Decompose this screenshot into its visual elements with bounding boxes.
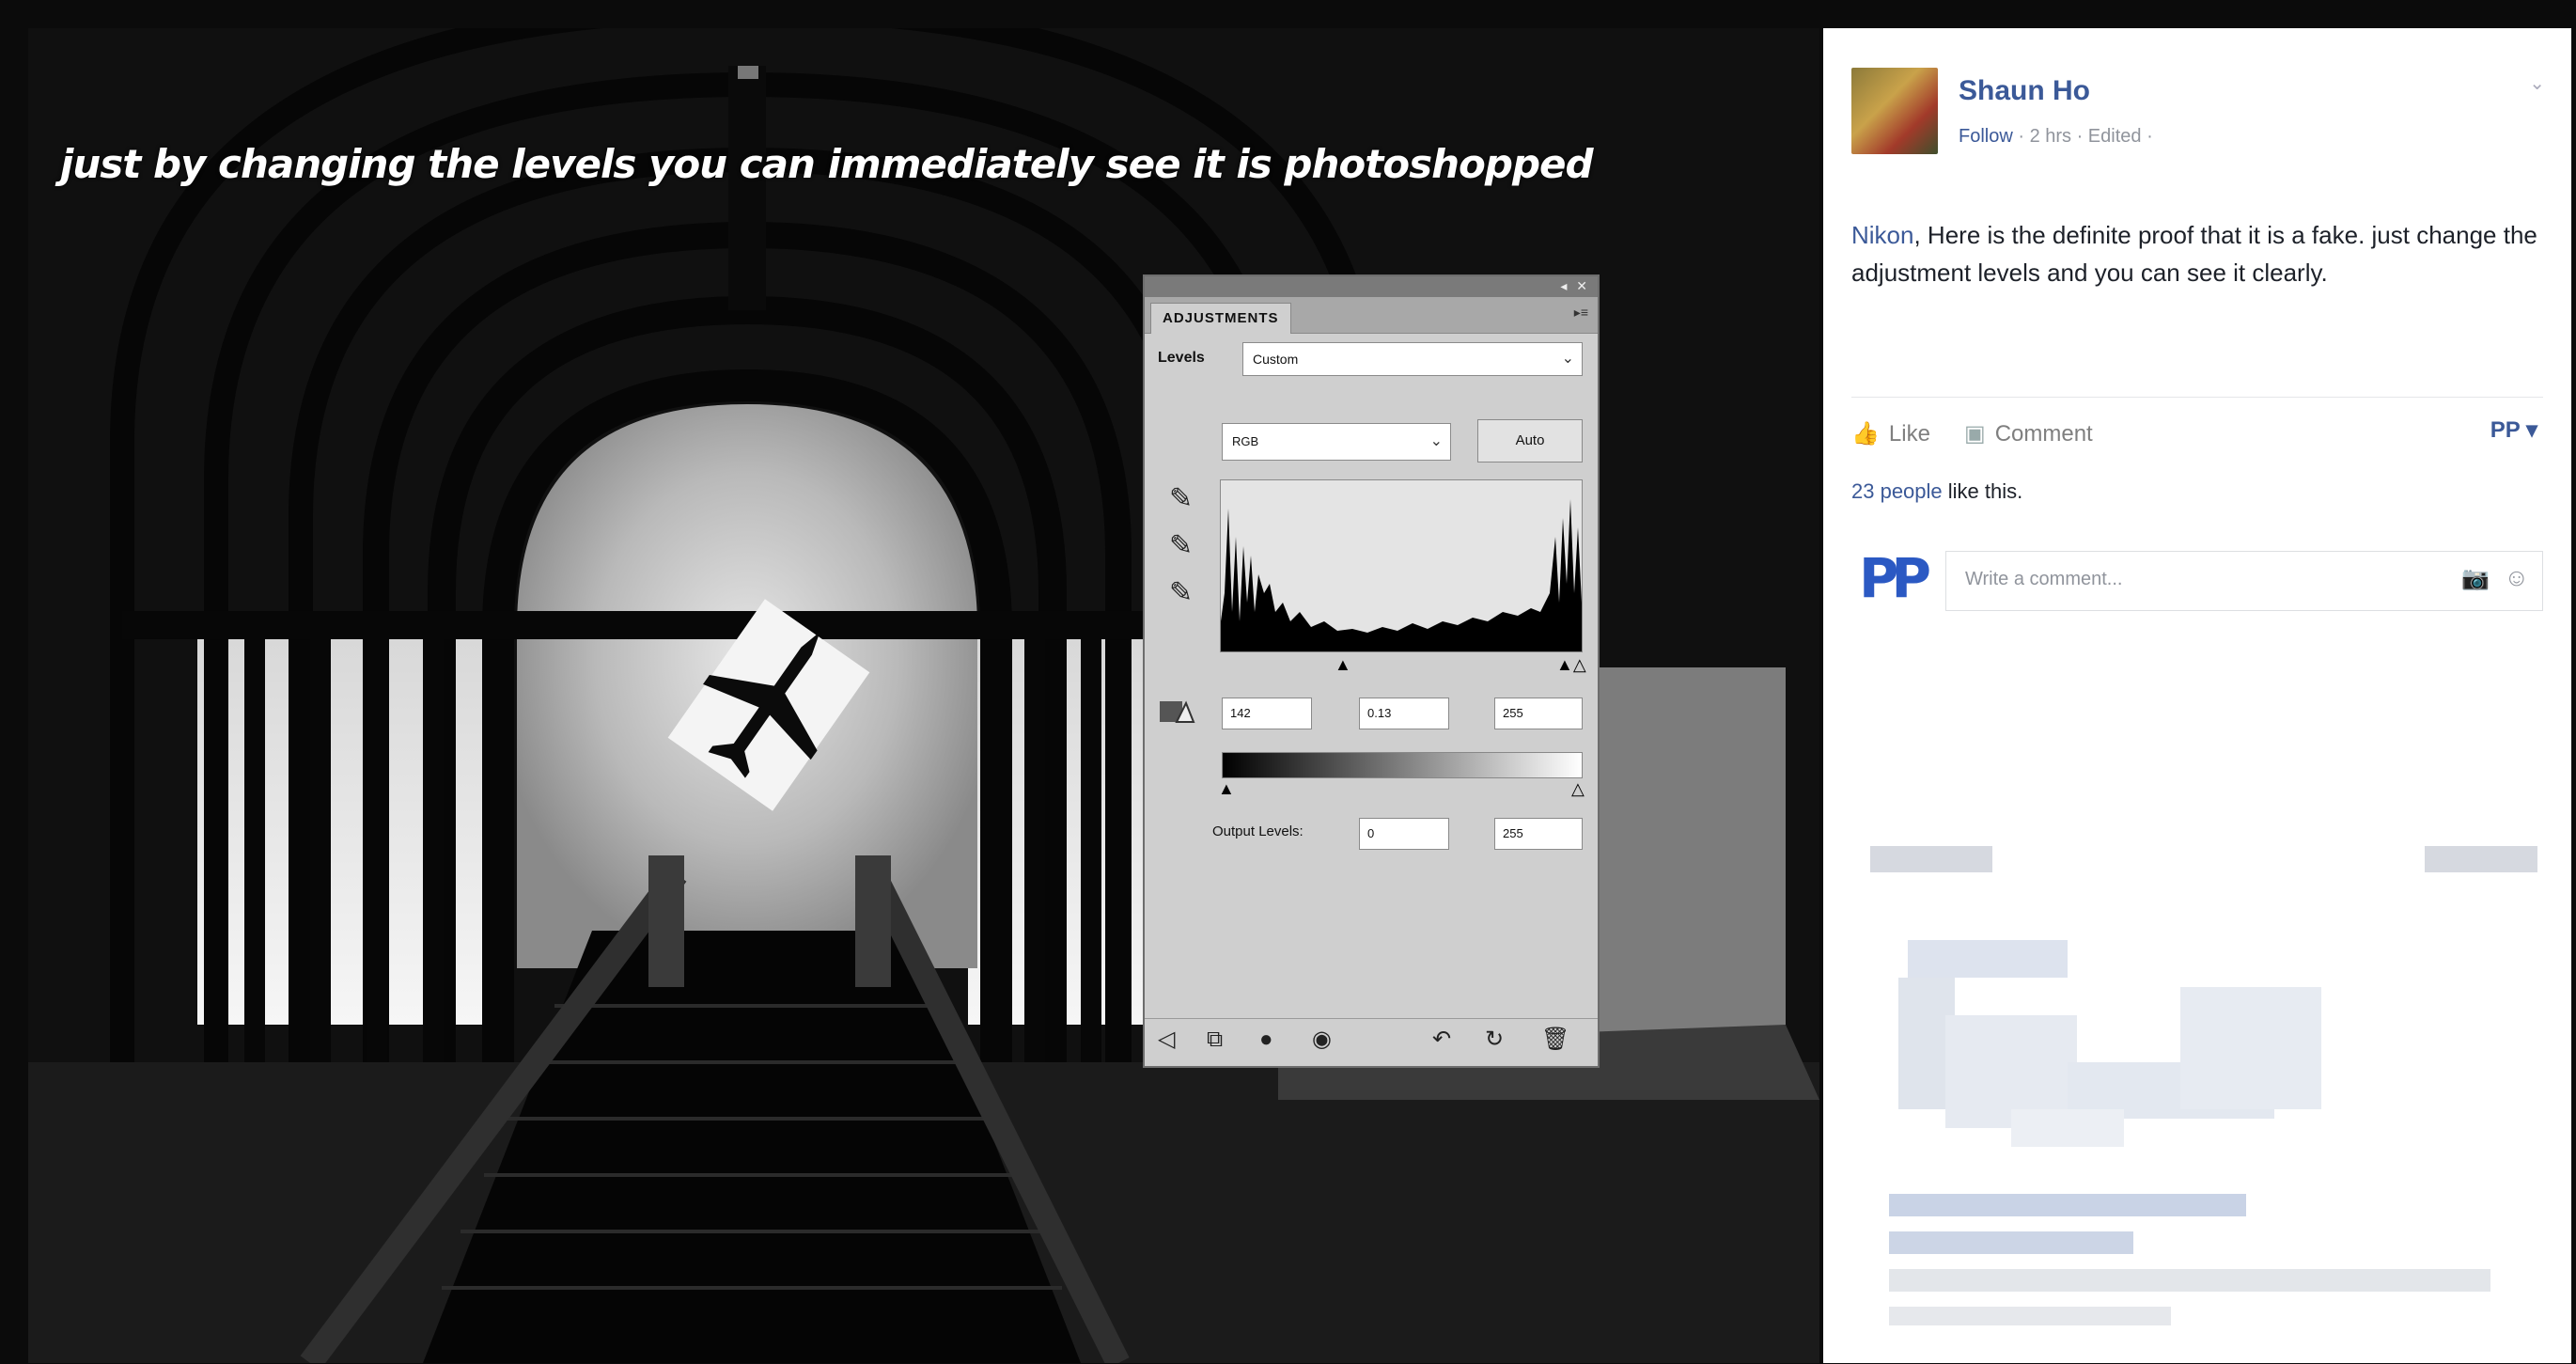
- mention-link[interactable]: Nikon: [1851, 221, 1913, 249]
- panel-tab-row: ADJUSTMENTS ▸≡: [1145, 297, 1598, 334]
- page-identity-selector[interactable]: PP ▾: [2490, 416, 2537, 444]
- preset-select[interactable]: Custom ⌄: [1242, 342, 1583, 376]
- output-white-field[interactable]: 255: [1494, 818, 1583, 850]
- commenter-logo: PP: [1859, 546, 1931, 610]
- tab-adjustments[interactable]: ADJUSTMENTS: [1150, 303, 1291, 334]
- preset-value: Custom: [1253, 352, 1299, 367]
- comment-button[interactable]: ▣ Comment: [1964, 420, 2093, 447]
- panel-menu-icon[interactable]: ▸≡: [1574, 305, 1588, 321]
- panel-titlebar[interactable]: ◂ ✕: [1145, 276, 1598, 297]
- like-label: Like: [1888, 421, 1930, 447]
- levels-histogram: [1220, 479, 1583, 652]
- gray-point-eyedropper-icon[interactable]: ✎: [1169, 532, 1193, 560]
- post-body-text: , Here is the definite proof that it is …: [1851, 221, 2537, 287]
- photo-caption: just by changing the levels you can imme…: [60, 141, 1594, 187]
- channel-value: RGB: [1232, 434, 1259, 448]
- chevron-down-icon: ⌄: [1429, 433, 1443, 449]
- author-name[interactable]: Shaun Ho: [1959, 75, 2090, 107]
- facebook-post-sidebar: Shaun Ho Follow · 2 hrs · Edited · ⌄ Nik…: [1823, 28, 2571, 1363]
- post-meta-time: · 2 hrs · Edited ·: [2012, 126, 2153, 147]
- post-options-chevron-icon[interactable]: ⌄: [2529, 71, 2545, 95]
- channel-select[interactable]: RGB ⌄: [1222, 423, 1451, 461]
- panel-window-controls[interactable]: ◂ ✕: [1560, 278, 1590, 294]
- blurred-content: [1870, 846, 2537, 1325]
- visibility-eye-icon[interactable]: ◉: [1312, 1028, 1332, 1051]
- white-point-eyedropper-icon[interactable]: ✎: [1169, 579, 1193, 607]
- trash-icon[interactable]: 🗑: [1541, 1028, 1569, 1051]
- panel-bottom-toolbar: ◁ ⧉ ● ◉ ↶ ↻ 🗑: [1145, 1018, 1598, 1066]
- like-button[interactable]: 👍 Like: [1851, 420, 1930, 447]
- emoji-icon[interactable]: ☺: [2504, 563, 2529, 592]
- clip-icon[interactable]: ●: [1259, 1028, 1273, 1051]
- chevron-down-icon: ⌄: [1561, 351, 1574, 367]
- author-avatar[interactable]: [1851, 68, 1938, 154]
- thumbs-up-icon: 👍: [1851, 421, 1880, 447]
- comment-input[interactable]: Write a comment... 📷 ☺: [1945, 551, 2543, 611]
- midtone-slider-handle[interactable]: ▲: [1335, 656, 1351, 673]
- return-icon[interactable]: ◁: [1158, 1028, 1175, 1051]
- likes-summary: 23 people like this.: [1851, 479, 2022, 504]
- comment-composer: PP Write a comment... 📷 ☺: [1851, 545, 2543, 624]
- output-levels-label: Output Levels:: [1212, 823, 1304, 839]
- reset-icon[interactable]: ↻: [1485, 1028, 1504, 1051]
- input-gamma-field[interactable]: 0.13: [1359, 698, 1449, 729]
- input-black-field[interactable]: 142: [1222, 698, 1312, 729]
- camera-icon[interactable]: 📷: [2461, 565, 2490, 592]
- clip-to-layer-icon[interactable]: [1158, 696, 1195, 729]
- expand-view-icon[interactable]: ⧉: [1207, 1028, 1223, 1051]
- speech-bubble-icon: ▣: [1964, 421, 1986, 447]
- adjustments-panel: ◂ ✕ ADJUSTMENTS ▸≡ Levels Custom ⌄ RGB ⌄…: [1143, 274, 1600, 1068]
- likes-count-link[interactable]: 23 people: [1851, 479, 1943, 503]
- input-white-field[interactable]: 255: [1494, 698, 1583, 729]
- output-black-slider-handle[interactable]: ▲: [1218, 780, 1235, 797]
- likes-rest: like this.: [1942, 479, 2023, 503]
- follow-link[interactable]: Follow: [1959, 126, 2013, 147]
- highlight-slider-handle[interactable]: ▲△: [1556, 656, 1586, 673]
- output-gradient-bar: [1222, 752, 1583, 778]
- post-body: Nikon, Here is the definite proof that i…: [1851, 216, 2547, 291]
- output-white-slider-handle[interactable]: △: [1571, 780, 1585, 797]
- auto-button[interactable]: Auto: [1477, 419, 1583, 463]
- output-black-field[interactable]: 0: [1359, 818, 1449, 850]
- histogram-graphic: [1221, 499, 1582, 651]
- post-actions: 👍 Like ▣ Comment PP ▾: [1851, 397, 2543, 463]
- levels-label: Levels: [1158, 350, 1205, 366]
- previous-state-icon[interactable]: ↶: [1432, 1028, 1451, 1051]
- post-meta: Follow · 2 hrs · Edited ·: [1959, 126, 2153, 148]
- comment-label: Comment: [1994, 421, 2093, 447]
- comment-placeholder: Write a comment...: [1965, 569, 2123, 589]
- black-point-eyedropper-icon[interactable]: ✎: [1169, 485, 1193, 513]
